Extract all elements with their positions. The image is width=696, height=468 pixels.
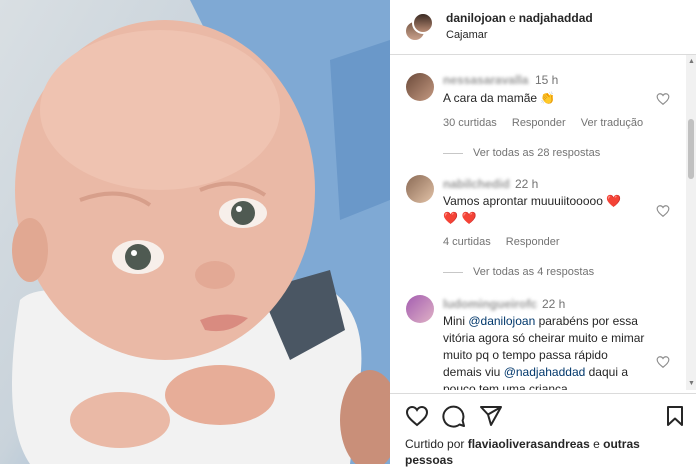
comment-username[interactable]: nessasaravalla — [443, 73, 528, 87]
post-authors: danilojoan e nadjahaddad — [446, 11, 593, 25]
comments-scrollbar[interactable]: ▲ ▼ — [686, 55, 696, 390]
mention-link[interactable]: @nadjahaddad — [504, 365, 586, 379]
post-header: danilojoan e nadjahaddad Cajamar — [390, 0, 696, 55]
comment-likes-count[interactable]: 4 curtidas — [443, 236, 491, 248]
view-replies-button[interactable]: Ver todas as 4 respostas — [443, 266, 594, 278]
post-actions-bar: Curtido por flaviaoliverasandreas e outr… — [390, 393, 696, 468]
avatar[interactable] — [406, 175, 434, 203]
liked-by-summary: Curtido por flaviaoliverasandreas e outr… — [405, 436, 675, 468]
collab-avatars[interactable] — [404, 12, 434, 42]
mention-link[interactable]: @danilojoan — [468, 314, 535, 328]
scroll-up-arrow-icon[interactable]: ▲ — [688, 58, 695, 65]
comment-timestamp[interactable]: 15 h — [535, 73, 558, 87]
reply-button[interactable]: Responder — [506, 236, 560, 248]
heart-icon[interactable] — [656, 204, 670, 218]
liked-by-conjunction: e — [589, 437, 604, 451]
divider — [443, 152, 463, 154]
authors-conjunction: e — [509, 11, 516, 25]
divider — [443, 271, 463, 273]
comment-body: A cara da mamãe — [443, 91, 538, 105]
red-heart-emoji: ❤️ ❤️ — [443, 211, 477, 225]
post-photo — [0, 0, 390, 464]
post-location-link[interactable]: Cajamar — [446, 29, 488, 41]
comment-text: A cara da mamãe 👏 — [443, 90, 649, 107]
comments-list: nessasaravalla 15 h A cara da mamãe 👏 30… — [390, 55, 686, 390]
post-details-panel: danilojoan e nadjahaddad Cajamar nessasara… — [390, 0, 696, 468]
translate-button[interactable]: Ver tradução — [581, 117, 643, 129]
view-replies-label: Ver todas as 4 respostas — [473, 266, 595, 278]
scroll-thumb[interactable] — [688, 119, 694, 179]
share-icon[interactable] — [479, 404, 503, 428]
comment-body: Vamos aprontar muuuiitooooo — [443, 194, 603, 208]
avatar[interactable] — [412, 12, 434, 34]
comment-actions: 30 curtidas Responder Ver tradução — [443, 117, 655, 129]
comment-username[interactable]: nabilchedid — [443, 177, 510, 191]
bookmark-icon[interactable] — [663, 404, 687, 428]
comment-likes-count[interactable]: 30 curtidas — [443, 117, 497, 129]
clapping-hands-emoji: 👏 — [540, 91, 556, 105]
view-replies-button[interactable]: Ver todas as 28 respostas — [443, 147, 600, 159]
comment-actions: 4 curtidas Responder — [443, 236, 572, 248]
comment-timestamp[interactable]: 22 h — [515, 177, 538, 191]
avatar[interactable] — [406, 73, 434, 101]
baby-photo-illustration — [12, 0, 390, 464]
comment-text: Mini @danilojoan parabéns por essa vitór… — [443, 313, 649, 390]
liked-by-username-link[interactable]: flaviaoliverasandreas — [468, 437, 590, 451]
comment-timestamp[interactable]: 22 h — [542, 297, 565, 311]
heart-icon[interactable] — [656, 355, 670, 369]
comment-username[interactable]: ludomingueirofc — [443, 297, 537, 311]
scroll-down-arrow-icon[interactable]: ▼ — [688, 380, 695, 387]
reply-button[interactable]: Responder — [512, 117, 566, 129]
coauthor-username-link[interactable]: nadjahaddad — [519, 11, 593, 25]
red-heart-emoji: ❤️ — [606, 194, 622, 208]
heart-icon[interactable] — [656, 92, 670, 106]
comment-body: Mini — [443, 314, 469, 328]
comment-icon[interactable] — [442, 404, 466, 428]
view-replies-label: Ver todas as 28 respostas — [473, 147, 601, 159]
heart-icon[interactable] — [405, 404, 429, 428]
avatar[interactable] — [406, 295, 434, 323]
liked-by-prefix: Curtido por — [405, 437, 468, 451]
comment-text: Vamos aprontar muuuiitooooo ❤️ ❤️ ❤️ — [443, 193, 649, 227]
author-username-link[interactable]: danilojoan — [446, 11, 506, 25]
